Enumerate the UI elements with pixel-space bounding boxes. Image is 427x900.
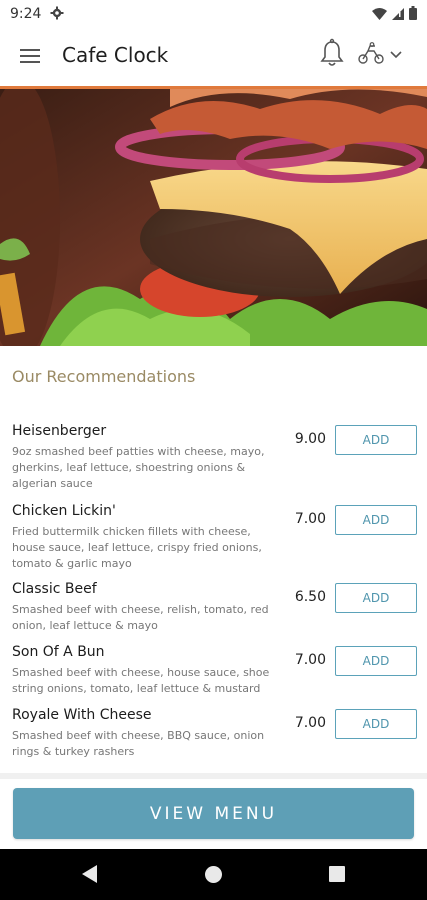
item-price: 6.50 (294, 589, 326, 605)
bell-icon[interactable] (318, 38, 346, 68)
item-price: 7.00 (294, 652, 326, 668)
item-name: Chicken Lickin' (12, 503, 116, 519)
item-description: Fried buttermilk chicken fillets with ch… (12, 525, 262, 570)
divider (0, 773, 427, 779)
add-button[interactable]: ADD (335, 505, 417, 535)
add-button[interactable]: ADD (335, 425, 417, 455)
item-name: Son Of A Bun (12, 644, 105, 660)
system-nav-bar (0, 849, 427, 900)
hero-burger-image (0, 89, 427, 346)
view-menu-button[interactable]: VIEW MENU (13, 788, 414, 839)
hamburger-menu-icon[interactable] (18, 46, 42, 66)
back-icon[interactable] (82, 865, 98, 888)
status-bar: 9:24 (0, 0, 427, 28)
delivery-selector[interactable] (358, 41, 414, 69)
wifi-icon (372, 7, 387, 25)
recents-icon[interactable] (329, 866, 345, 882)
item-name: Heisenberger (12, 423, 107, 439)
delivery-rider-icon (358, 41, 384, 69)
item-name: Royale With Cheese (12, 707, 152, 723)
battery-icon (409, 6, 417, 25)
item-description: Smashed beef with cheese, relish, tomato… (12, 603, 269, 632)
app-bar: Cafe Clock (0, 28, 427, 86)
item-description: Smashed beef with cheese, house sauce, s… (12, 666, 270, 695)
add-button[interactable]: ADD (335, 709, 417, 739)
add-button[interactable]: ADD (335, 646, 417, 676)
app-title: Cafe Clock (62, 43, 169, 67)
item-price: 7.00 (294, 511, 326, 527)
item-description: Smashed beef with cheese, BBQ sauce, oni… (12, 729, 265, 758)
signal-icon (392, 7, 404, 25)
item-price: 7.00 (294, 715, 326, 731)
home-icon[interactable] (205, 866, 222, 883)
add-button[interactable]: ADD (335, 583, 417, 613)
gear-icon (50, 6, 64, 25)
section-title-recommendations: Our Recommendations (12, 367, 196, 386)
item-description: 9oz smashed beef patties with cheese, ma… (12, 445, 265, 490)
status-time: 9:24 (10, 6, 42, 22)
item-price: 9.00 (294, 431, 326, 447)
item-name: Classic Beef (12, 581, 97, 597)
chevron-down-icon (390, 46, 402, 64)
